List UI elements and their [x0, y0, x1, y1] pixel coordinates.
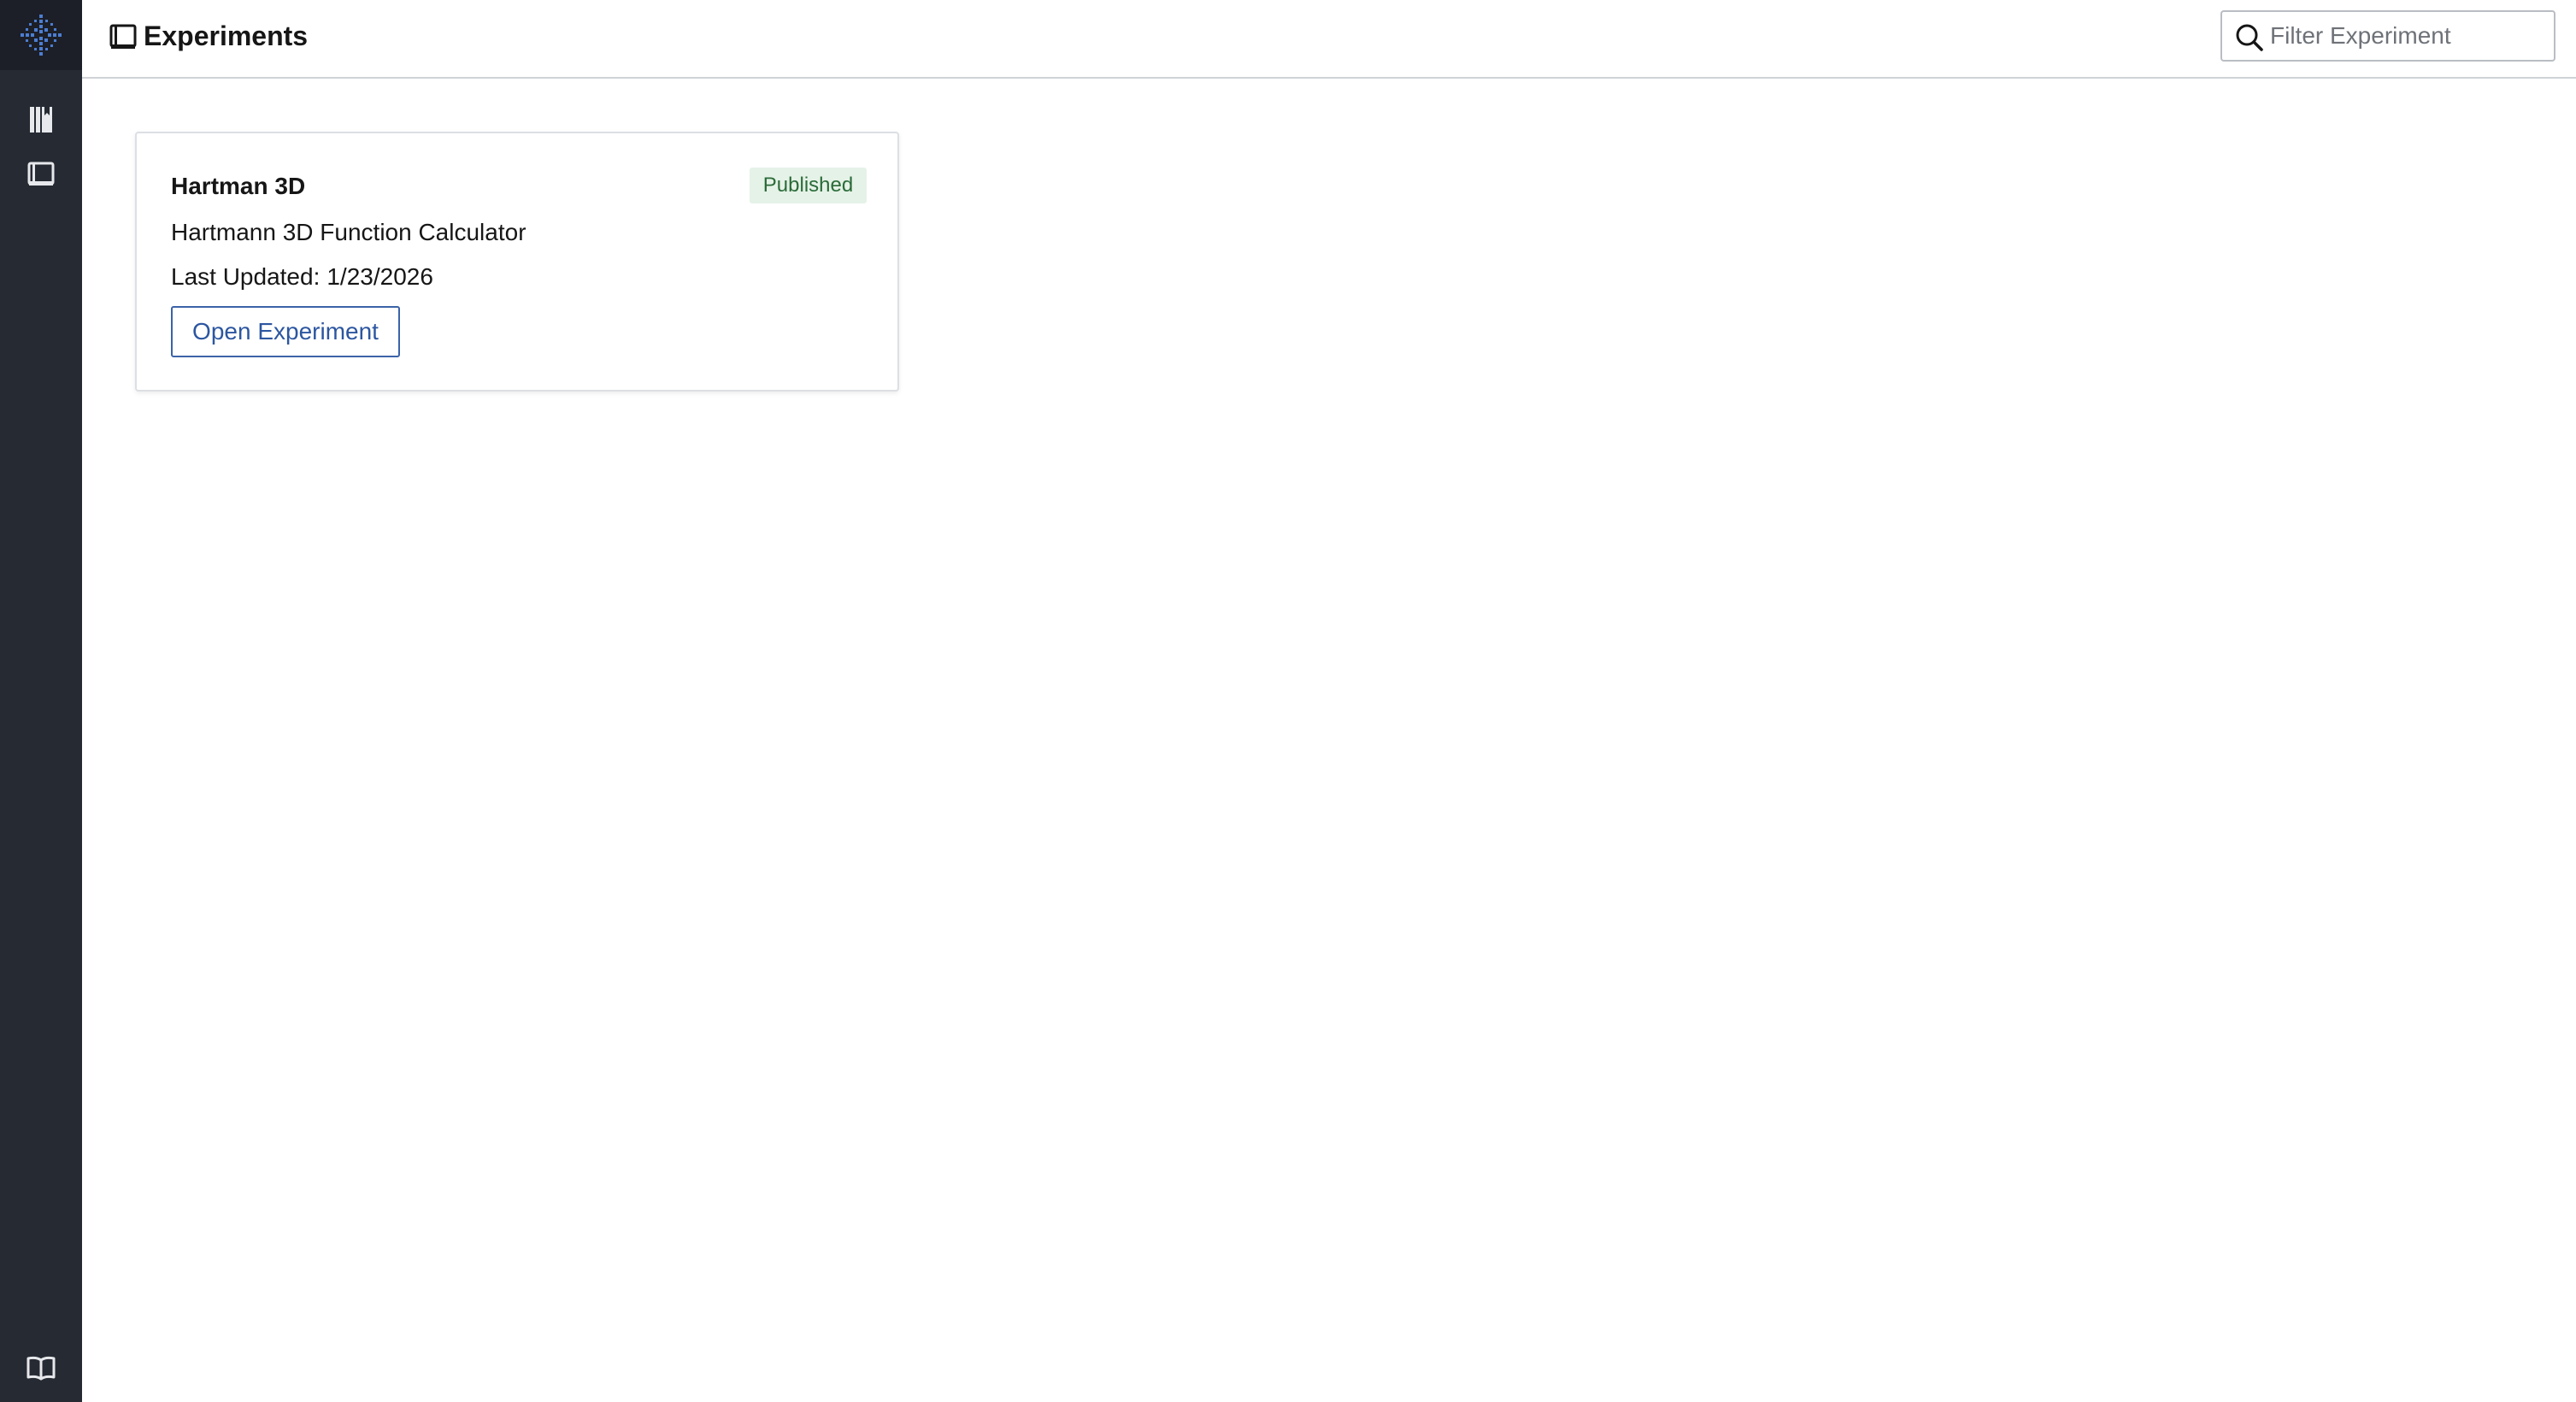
last-updated: Last Updated: 1/23/2026: [171, 260, 433, 294]
library-icon: [30, 107, 52, 133]
sidebar: [0, 0, 82, 1402]
search-icon: [2236, 24, 2263, 51]
experiment-title: Hartman 3D: [171, 173, 306, 199]
app-root: Experiments Hartman 3D Published Hartman…: [0, 0, 2576, 1402]
experiment-description: Hartmann 3D Function Calculator: [171, 219, 526, 245]
search-input[interactable]: [2270, 17, 2544, 55]
last-updated-value: 1/23/2026: [326, 263, 433, 290]
logo[interactable]: [0, 0, 82, 70]
sidebar-item-docs[interactable]: [21, 1347, 62, 1388]
sidebar-item-library[interactable]: [21, 99, 62, 140]
last-updated-label: Last Updated:: [171, 263, 321, 290]
experiment-card: Hartman 3D Published Hartmann 3D Functio…: [135, 132, 899, 392]
top-header: Experiments: [82, 0, 2576, 79]
search-box[interactable]: [2220, 10, 2555, 62]
status-badge: Published: [750, 168, 867, 203]
sidebar-item-experiments[interactable]: [21, 154, 62, 195]
notebook-icon: [109, 24, 137, 49]
open-book-icon: [26, 1356, 56, 1381]
notebook-icon: [27, 162, 55, 186]
sparkle-grid-logo-icon: [21, 15, 62, 56]
open-experiment-button[interactable]: Open Experiment: [171, 306, 400, 357]
page-title: Experiments: [144, 21, 309, 51]
